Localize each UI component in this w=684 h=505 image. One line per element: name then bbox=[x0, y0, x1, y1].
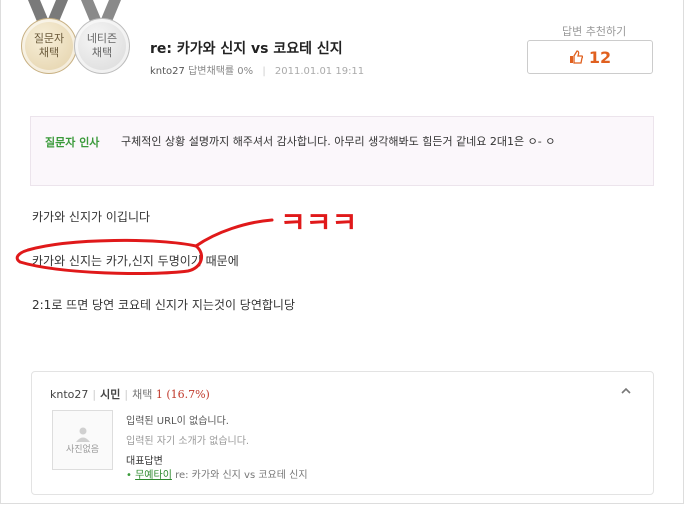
answer-meta: knto27 답변채택률 0% | 2011.01.01 19:11 bbox=[150, 62, 364, 77]
answer-line-3: 2:1로 뜨면 당연 코요테 신지가 지는것이 당연합니당 bbox=[32, 298, 296, 312]
thumbs-up-icon bbox=[569, 50, 583, 64]
photo-placeholder-text: 사진없음 bbox=[65, 444, 100, 455]
chevron-up-icon[interactable] bbox=[621, 386, 631, 396]
asker-adopted-medal: 질문자 채택 bbox=[20, 0, 77, 80]
recommend-label: 답변 추천하기 bbox=[562, 25, 627, 38]
rep-answer-label: 대표답변 bbox=[126, 456, 163, 467]
recommend-button[interactable]: 12 bbox=[527, 40, 653, 74]
medal-line-2: 채택 bbox=[91, 46, 113, 59]
profile-grade: 시민 bbox=[100, 388, 121, 401]
profile-nickname[interactable]: knto27 bbox=[50, 388, 88, 401]
netizen-adopted-medal: 네티즌 채택 bbox=[73, 0, 130, 80]
profile-intro: 입력된 자기 소개가 없습니다. bbox=[126, 436, 250, 447]
divider: | bbox=[262, 66, 266, 77]
answer-date: 2011.01.01 19:11 bbox=[274, 66, 365, 77]
answer-line-2: 카가와 신지는 카가,신지 두명이기 때문에 bbox=[32, 254, 239, 268]
medal-line-1: 질문자 bbox=[33, 32, 65, 45]
answerer-profile-card: knto27 | 시민 | 채택 1 (16.7%) 사진없음 입력된 URL이 없습니… bbox=[31, 371, 654, 495]
rep-answer-item: • 무예타이 re: 카가와 신지 vs 코요테 신지 bbox=[126, 466, 308, 481]
profile-url: 입력된 URL이 없습니다. bbox=[126, 416, 229, 427]
divider: | bbox=[124, 388, 129, 401]
chosen-label: 채택 bbox=[132, 388, 153, 401]
answer-line-1: 카가와 신지가 이깁니다 bbox=[32, 210, 151, 224]
adopt-rate-value: 0% bbox=[237, 66, 254, 77]
bullet: • bbox=[126, 470, 132, 481]
greeting-text: 구체적인 상황 설명까지 해주셔서 감사합니다. 아무리 생각해봐도 힘든거 같… bbox=[121, 135, 556, 148]
divider: | bbox=[92, 388, 97, 401]
person-icon bbox=[75, 427, 90, 442]
medal-line-2: 채택 bbox=[38, 46, 60, 59]
profile-photo-placeholder: 사진없음 bbox=[52, 410, 113, 470]
answer-title: re: 카가와 신지 vs 코요테 신지 bbox=[150, 41, 343, 57]
greeting-label: 질문자 인사 bbox=[45, 136, 100, 149]
adopt-rate-label: 답변채택률 bbox=[188, 66, 235, 77]
medal-line-1: 네티즌 bbox=[86, 32, 118, 45]
rep-answer-title-link[interactable]: re: 카가와 신지 vs 코요테 신지 bbox=[175, 470, 307, 481]
profile-header: knto27 | 시민 | 채택 1 (16.7%) bbox=[50, 386, 210, 402]
asker-greeting-box: 질문자 인사 구체적인 상황 설명까지 해주셔서 감사합니다. 아무리 생각해봐… bbox=[30, 116, 654, 186]
rep-answer-category-link[interactable]: 무예타이 bbox=[135, 470, 172, 481]
chosen-count: 1 (16.7%) bbox=[155, 388, 210, 401]
author-link[interactable]: knto27 bbox=[150, 66, 185, 77]
recommend-count: 12 bbox=[588, 47, 612, 67]
